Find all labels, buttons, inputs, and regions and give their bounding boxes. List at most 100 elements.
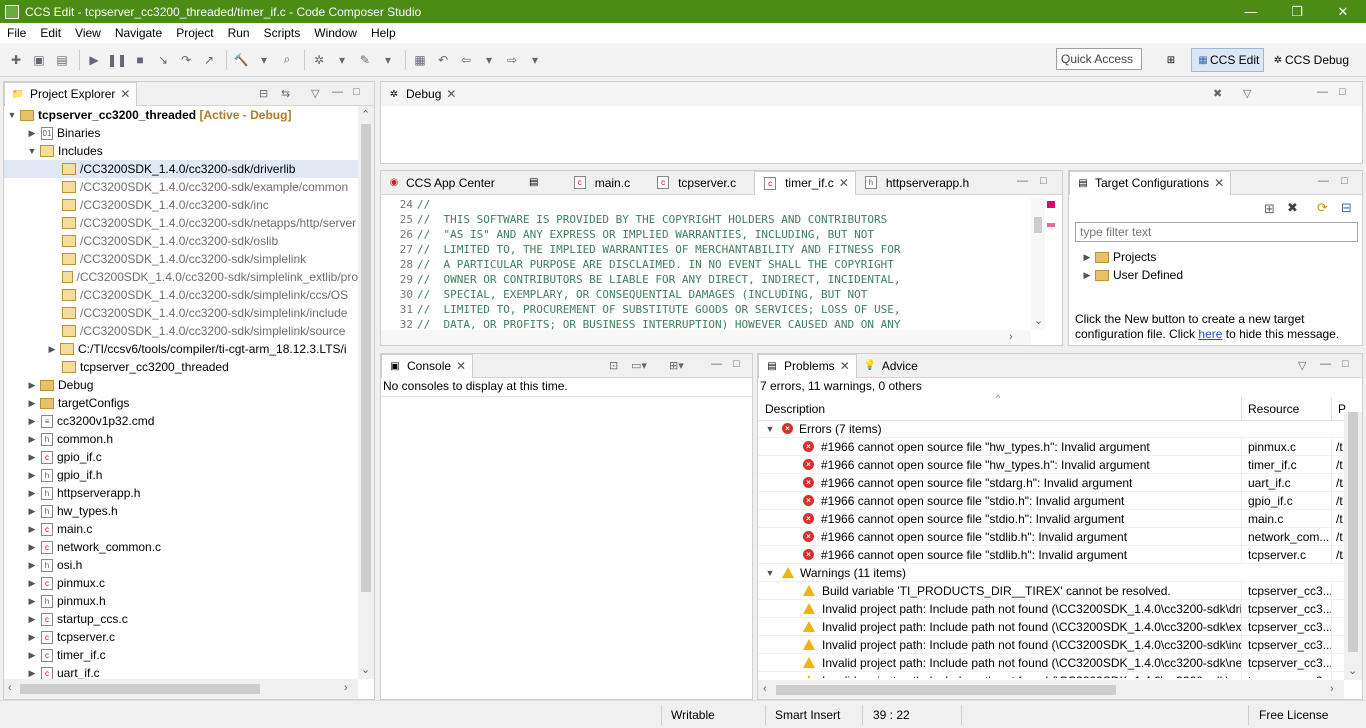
close-icon[interactable]: ✕ [120, 87, 130, 101]
menu-scripts[interactable]: Scripts [257, 26, 308, 40]
minimize-icon[interactable]: — [1317, 86, 1328, 98]
error-overview-marker[interactable] [1047, 201, 1055, 208]
tree-project-ref[interactable]: tcpserver_cc3200_threaded [4, 358, 358, 376]
tab-debug[interactable]: ✲ Debug ✕ [381, 82, 463, 106]
quick-access-field[interactable]: Quick Access [1056, 48, 1142, 70]
overview-marker[interactable] [1047, 223, 1055, 227]
tree-folder[interactable]: ▶ Debug [4, 376, 358, 394]
menu-edit[interactable]: Edit [33, 26, 68, 40]
tab-problems[interactable]: ▤ Problems ✕ [758, 353, 857, 378]
open-perspective-button[interactable]: ⊞ [1160, 48, 1182, 72]
tab-ccs-app-center[interactable]: ◉ CCS App Center [381, 171, 501, 195]
scroll-right-icon[interactable]: › [1330, 683, 1334, 695]
tab-advice[interactable]: 💡 Advice [857, 354, 924, 378]
close-icon[interactable]: ✕ [456, 359, 466, 373]
problem-row[interactable]: Invalid project path: Include path not f… [758, 635, 1344, 654]
tree-folder[interactable]: ▶ targetConfigs [4, 394, 358, 412]
tree-file[interactable]: ▶ h pinmux.h [4, 592, 358, 610]
delete-icon[interactable]: ✖ [1287, 200, 1298, 216]
tree-include-path[interactable]: /CC3200SDK_1.4.0/cc3200-sdk/oslib [4, 232, 358, 250]
forward-icon[interactable]: ⇨ [502, 51, 522, 69]
menu-window[interactable]: Window [307, 26, 364, 40]
dropdown-icon[interactable]: ▾ [525, 51, 545, 69]
collapse-all-icon[interactable]: ⊟ [259, 87, 268, 100]
problem-row[interactable]: × #1966 cannot open source file "hw_types… [758, 455, 1344, 474]
tree-file[interactable]: ▶ h hw_types.h [4, 502, 358, 520]
maximize-icon[interactable]: □ [1040, 175, 1047, 187]
terminate-icon[interactable]: ■ [130, 51, 150, 69]
tree-item-projects[interactable]: ▶ Projects [1081, 248, 1183, 266]
tree-file[interactable]: ▶ h gpio_if.h [4, 466, 358, 484]
tree-file[interactable]: ▶ ≡ cc3200v1p32.cmd [4, 412, 358, 430]
minimize-icon[interactable]: — [1017, 175, 1028, 187]
minimize-icon[interactable]: — [1320, 358, 1331, 370]
step-over-icon[interactable]: ↷ [176, 51, 196, 69]
explorer-horizontal-scrollbar[interactable]: ‹ › [4, 679, 358, 699]
back-icon[interactable]: ⇦ [456, 51, 476, 69]
hide-message-link[interactable]: here [1198, 327, 1222, 341]
tab-unknown[interactable]: ▤ [521, 171, 547, 195]
maximize-icon[interactable]: □ [1339, 86, 1346, 98]
column-description[interactable]: Description ^ [758, 393, 1242, 421]
problem-row[interactable]: × #1966 cannot open source file "hw_types… [758, 437, 1344, 456]
display-console-icon[interactable]: ▭▾ [631, 359, 647, 372]
tab-httpserverapp-h[interactable]: h httpserverapp.h [856, 171, 975, 195]
link-editor-icon[interactable]: ⇆ [281, 87, 290, 100]
problem-row[interactable]: Build variable 'TI_PRODUCTS_DIR__TIREX' … [758, 581, 1344, 600]
scrollbar-thumb[interactable] [1348, 412, 1358, 652]
problem-row[interactable]: Invalid project path: Include path not f… [758, 617, 1344, 636]
problems-group[interactable]: ▼ Warnings (11 items) [758, 564, 1344, 582]
tree-file[interactable]: ▶ c startup_ccs.c [4, 610, 358, 628]
tab-project-explorer[interactable]: 📁 Project Explorer ✕ [4, 81, 138, 106]
scroll-left-icon[interactable]: ‹ [8, 682, 12, 694]
filter-input[interactable] [1075, 222, 1358, 242]
tree-file[interactable]: ▶ c timer_if.c [4, 646, 358, 664]
suspend-icon[interactable]: ❚❚ [107, 51, 127, 69]
tree-include-path[interactable]: /CC3200SDK_1.4.0/cc3200-sdk/simplelink/i… [4, 304, 358, 322]
tree-include-path[interactable]: /CC3200SDK_1.4.0/cc3200-sdk/simplelink [4, 250, 358, 268]
scrollbar-thumb[interactable] [20, 684, 260, 694]
scroll-left-icon[interactable]: ‹ [763, 683, 767, 695]
close-button[interactable]: ✕ [1320, 0, 1366, 23]
explorer-vertical-scrollbar[interactable]: ⌃ ⌄ [358, 106, 374, 679]
tab-target-configurations[interactable]: ▤ Target Configurations ✕ [1069, 170, 1232, 195]
maximize-icon[interactable]: □ [1341, 175, 1348, 187]
tree-file[interactable]: ▶ h httpserverapp.h [4, 484, 358, 502]
tree-file[interactable]: ▶ h osi.h [4, 556, 358, 574]
tab-main-c[interactable]: c main.c [565, 171, 636, 195]
tree-file[interactable]: ▶ c network_common.c [4, 538, 358, 556]
view-menu-icon[interactable]: ▽ [1243, 87, 1251, 100]
editor-horizontal-scrollbar[interactable]: › [381, 330, 1031, 345]
editor-vertical-scrollbar[interactable]: ⌄ [1031, 197, 1045, 330]
scroll-down-icon[interactable]: ⌄ [361, 663, 370, 676]
tree-file[interactable]: ▶ c main.c [4, 520, 358, 538]
problems-horizontal-scrollbar[interactable]: ‹ › [758, 680, 1344, 699]
remove-terminated-icon[interactable]: ✖ [1213, 87, 1222, 100]
tree-file[interactable]: ▶ h common.h [4, 430, 358, 448]
close-icon[interactable]: ✕ [1214, 176, 1224, 190]
menu-run[interactable]: Run [221, 26, 257, 40]
problem-row[interactable]: Invalid project path: Include path not f… [758, 671, 1344, 678]
scroll-right-icon[interactable]: › [1009, 331, 1013, 343]
scrollbar-thumb[interactable] [1034, 217, 1042, 233]
tree-include-path[interactable]: /CC3200SDK_1.4.0/cc3200-sdk/example/comm… [4, 178, 358, 196]
menu-project[interactable]: Project [169, 26, 220, 40]
save-all-icon[interactable]: ▤ [52, 51, 72, 69]
tree-compiler-include[interactable]: ▶ C:/TI/ccsv6/tools/compiler/ti-cgt-arm_… [4, 340, 358, 358]
problem-row[interactable]: Invalid project path: Include path not f… [758, 599, 1344, 618]
maximize-icon[interactable]: □ [1342, 358, 1349, 370]
menu-help[interactable]: Help [364, 26, 403, 40]
new-icon[interactable]: ✚ [6, 51, 26, 69]
problem-row[interactable]: × #1966 cannot open source file "stdlib.h… [758, 527, 1344, 546]
collapse-all-icon[interactable]: ⊟ [1341, 200, 1352, 216]
minimize-icon[interactable]: — [1318, 175, 1329, 187]
menu-file[interactable]: File [0, 26, 33, 40]
pin-console-icon[interactable]: ⊡ [609, 359, 618, 372]
tab-tcpserver-c[interactable]: c tcpserver.c [648, 171, 742, 195]
tree-file[interactable]: ▶ c gpio_if.c [4, 448, 358, 466]
flash-icon[interactable]: ✎ [355, 51, 375, 69]
problems-vertical-scrollbar[interactable]: ⌄ [1344, 412, 1362, 680]
scrollbar-thumb[interactable] [361, 124, 371, 592]
tab-timer-if-c[interactable]: c timer_if.c ✕ [754, 170, 856, 195]
debug-icon[interactable]: ✲ [309, 51, 329, 69]
